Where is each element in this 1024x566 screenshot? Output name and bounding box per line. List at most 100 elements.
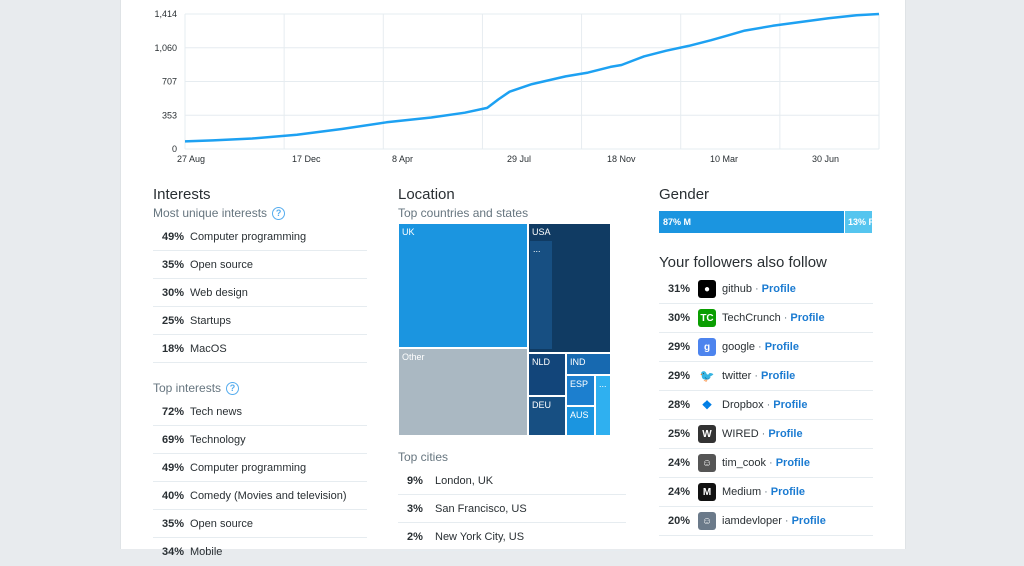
treemap-label-nld: NLD [532,357,551,367]
profile-link[interactable]: Profile [765,341,799,353]
separator-dot: · [754,370,759,382]
profile-link[interactable]: Profile [761,370,795,382]
interest-row-label: Computer programming [190,230,307,243]
separator-dot: · [764,486,768,498]
also-follow-name[interactable]: Medium [722,486,761,498]
help-icon[interactable]: ? [226,381,240,395]
city-row-label: New York City, US [435,530,525,543]
dropbox-icon[interactable]: ❖ [698,396,716,414]
also-follow-name[interactable]: twitter [722,370,751,382]
top-interests-label: Top interests ? [153,381,367,395]
treemap-cell-ind[interactable]: IND [566,353,611,375]
also-follow-percent: 24% [668,457,691,469]
y-tick-label: 353 [162,110,177,120]
city-row-label: London, UK [435,474,494,487]
also-follow-name[interactable]: tim_cook [722,457,766,469]
treemap-label-esp: ESP [570,379,589,389]
interest-row: 49% Computer programming [153,223,367,251]
treemap-cell-uk[interactable]: UK [398,223,528,348]
separator-dot: · [784,515,789,527]
treemap-label-deu: DEU [532,400,552,410]
profile-link[interactable]: Profile [790,312,824,324]
wired-icon[interactable]: W [698,425,716,443]
profile-link[interactable]: Profile [768,428,802,440]
also-follow-name[interactable]: github [722,283,752,295]
iamdevloper-avatar[interactable]: ☺ [698,512,716,530]
medium-icon[interactable]: M [698,483,716,501]
x-tick-label: 17 Dec [292,154,321,164]
treemap-label-ind: IND [570,357,586,367]
interest-row: 35% Open source [153,251,367,279]
also-follow-percent: 28% [668,399,691,411]
also-follow-percent: 30% [668,312,691,324]
y-tick-label: 707 [162,77,177,87]
gender-bar: 87% M 13% F [659,211,872,233]
also-follow-percent: 29% [668,370,691,382]
profile-link[interactable]: Profile [776,457,810,469]
interest-row-percent: 49% [162,230,185,243]
also-follow-percent: 29% [668,341,691,353]
treemap-label-other: Other [402,352,425,362]
treemap-cell-esp[interactable]: ESP [566,375,595,406]
also-follow-row: 30% TC TechCrunch · Profile [659,304,873,333]
treemap-label-usa-states: ... [533,244,541,254]
top-interests-list: 72% Tech news 69% Technology 49% Computer pro… [153,398,367,566]
separator-dot: · [766,399,771,411]
interest-row: 34% Mobile [153,538,367,566]
interest-row-percent: 34% [162,545,185,558]
treemap-cell-usa-states[interactable]: ... [530,241,552,349]
treemap-cell-other[interactable]: Other [398,348,528,436]
interest-row-label: Open source [190,517,253,530]
also-follow-percent: 31% [668,283,691,295]
treemap-cell-deu[interactable]: DEU [528,396,566,436]
interest-row: 69% Technology [153,426,367,454]
x-tick-label: 30 Jun [812,154,839,164]
tim-cook-avatar[interactable]: ☺ [698,454,716,472]
interest-row-label: Open source [190,258,253,271]
profile-link[interactable]: Profile [773,399,807,411]
top-countries-label: Top countries and states [398,206,529,220]
interest-row-label: Computer programming [190,461,307,474]
most-unique-interests-text: Most unique interests [153,206,268,220]
profile-link[interactable]: Profile [792,515,826,527]
interests-section: Interests Most unique interests ? 49% Com… [153,186,367,566]
also-follow-name[interactable]: WIRED [722,428,759,440]
interest-row-percent: 72% [162,405,185,418]
y-tick-label: 0 [172,144,177,154]
unique-interests-list: 49% Computer programming 35% Open source 30%… [153,223,367,363]
interest-row-label: Tech news [190,405,242,418]
treemap-cell-nld[interactable]: NLD [528,353,566,396]
gender-section: Gender 87% M 13% F Your followers also f… [659,186,873,536]
github-icon[interactable]: ● [698,280,716,298]
x-tick-label: 10 Mar [710,154,738,164]
city-row-percent: 9% [407,474,423,487]
city-row: 3% San Francisco, US [398,495,626,523]
also-follow-row: 25% W WIRED · Profile [659,420,873,449]
also-follow-name[interactable]: iamdevloper [722,515,782,527]
profile-link[interactable]: Profile [771,486,805,498]
google-icon[interactable]: g [698,338,716,356]
also-follow-name[interactable]: Dropbox [722,399,764,411]
also-follow-name[interactable]: TechCrunch [722,312,781,324]
x-tick-label: 29 Jul [507,154,531,164]
also-follow-row: 24% M Medium · Profile [659,478,873,507]
city-row-percent: 3% [407,502,423,515]
treemap-cell-more[interactable]: ... [595,375,611,436]
also-follow-name[interactable]: google [722,341,755,353]
profile-link[interactable]: Profile [762,283,796,295]
followers-series-line[interactable] [184,12,880,143]
interest-row-percent: 49% [162,461,185,474]
y-tick-label: 1,060 [154,43,177,53]
x-tick-label: 27 Aug [177,154,205,164]
separator-dot: · [769,457,773,469]
gender-male-bar: 87% M [659,211,844,233]
also-follow-row: 31% ● github · Profile [659,275,873,304]
interest-row: 35% Open source [153,510,367,538]
twitter-bird-icon[interactable]: 🐦 [698,367,716,385]
interest-row: 40% Comedy (Movies and television) [153,482,367,510]
treemap-cell-aus[interactable]: AUS [566,406,595,436]
treemap-label-more: ... [599,379,607,389]
also-follow-percent: 25% [668,428,691,440]
techcrunch-icon[interactable]: TC [698,309,716,327]
help-icon[interactable]: ? [272,206,286,220]
